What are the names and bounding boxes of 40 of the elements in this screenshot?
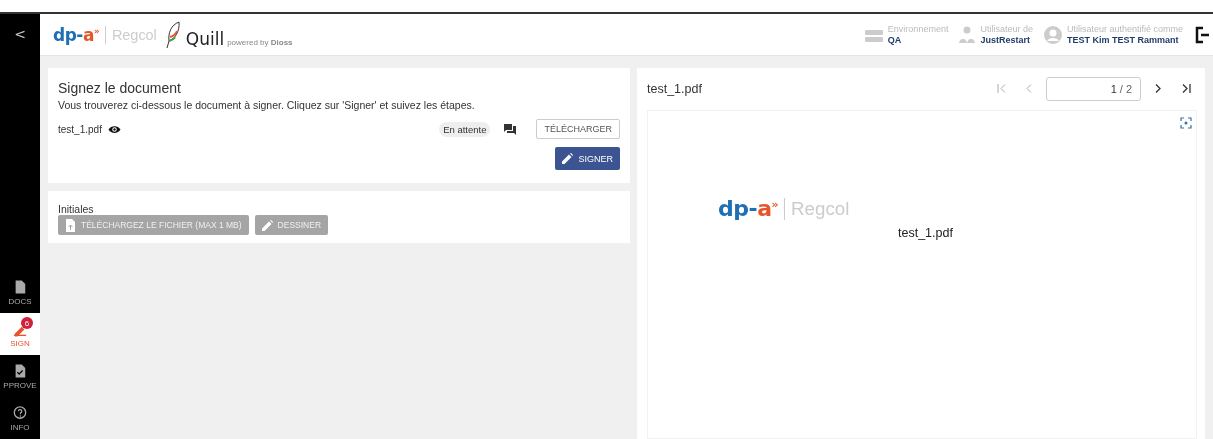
- info-value: JustRestart: [980, 34, 1031, 46]
- page-field[interactable]: 1 / 2: [1046, 77, 1141, 101]
- info-label: Environnement: [887, 23, 949, 35]
- info-label: Utilisateur de: [980, 23, 1033, 35]
- download-button[interactable]: TÉLÉCHARGER: [536, 119, 620, 139]
- info-label: Utilisateur authentifié comme: [1066, 23, 1183, 35]
- chevron-left-icon: [1026, 83, 1032, 93]
- document-icon: [13, 362, 27, 379]
- chevron-right-icon: [1155, 83, 1161, 93]
- brand-logo: dp-a$^{»}$: [53, 24, 99, 45]
- info-value: TEST Kim TEST Rammant: [1066, 34, 1180, 46]
- users-icon: [958, 25, 977, 44]
- feather-icon: [164, 20, 183, 49]
- powered-by-text: powered by Dioss: [227, 37, 293, 49]
- pencil-icon: [261, 219, 273, 231]
- last-page-icon: [1181, 83, 1191, 93]
- logout-icon[interactable]: [1195, 25, 1209, 44]
- sign-button[interactable]: SIGNER: [555, 147, 620, 170]
- comments-icon[interactable]: [504, 123, 517, 135]
- document-icon: [13, 278, 27, 295]
- first-page-icon: [996, 83, 1006, 93]
- card-title: Signez le document: [58, 80, 182, 96]
- sidebar-item[interactable]: SIGN 6: [0, 313, 40, 355]
- file-name: test_1.pdf: [58, 123, 102, 135]
- pencil-icon: [562, 153, 574, 164]
- count-badge: 6: [21, 317, 33, 329]
- document-title: test_1.pdf: [647, 82, 702, 96]
- info-value: QA: [887, 34, 903, 46]
- eye-icon[interactable]: [107, 124, 121, 134]
- user-avatar-icon: [1042, 24, 1063, 45]
- help-icon: [13, 404, 27, 421]
- instructions-text: Vous trouverez ci-dessous le document à signer. Cliquez sur 'Signer' et suivez les étapes.: [58, 99, 476, 111]
- collapse-button[interactable]: <: [0, 14, 40, 54]
- app-name: Quill: [185, 28, 225, 49]
- document-text: test_1.pdf: [898, 226, 953, 240]
- status-badge: En attente: [439, 121, 491, 137]
- focus-icon[interactable]: [1180, 117, 1192, 129]
- brand-logo: dp-a$^{»}$: [718, 196, 779, 221]
- section-title: Initiales: [58, 203, 95, 215]
- file-upload-icon: [65, 218, 76, 232]
